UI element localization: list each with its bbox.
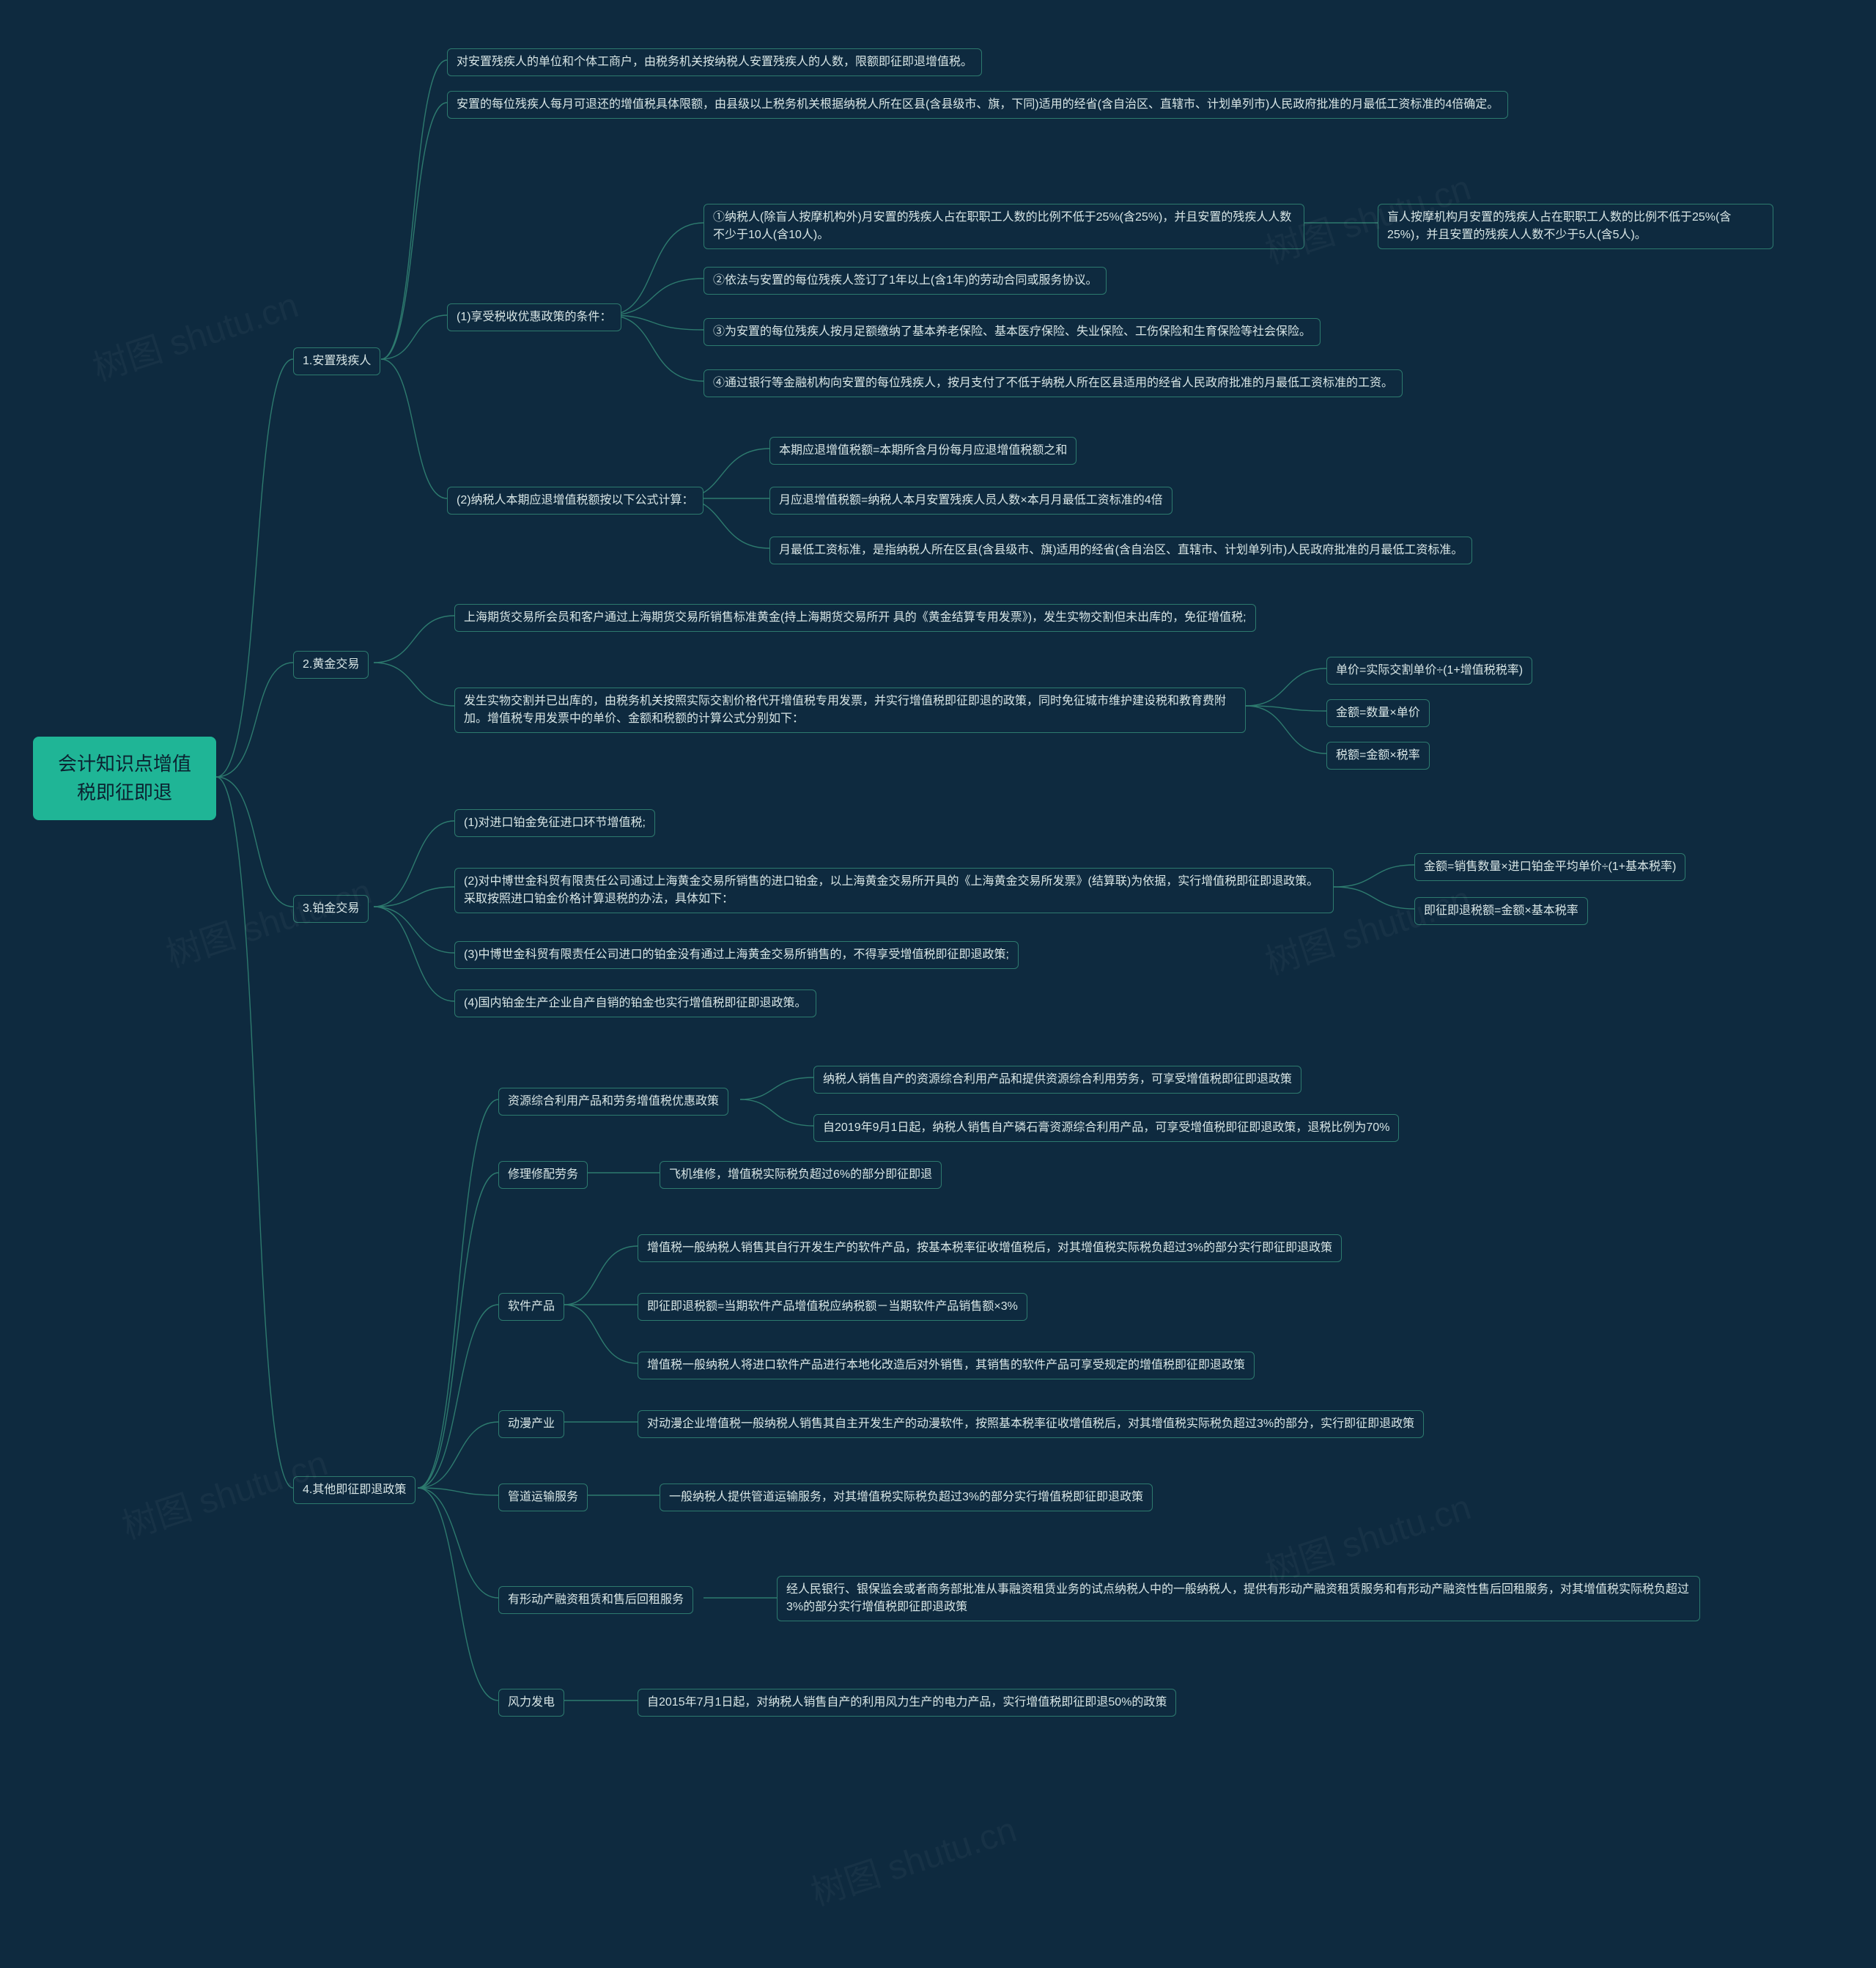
node-4-2-1[interactable]: 飞机维修，增值税实际税负超过6%的部分即征即退 (660, 1161, 942, 1189)
node-4-7-1[interactable]: 自2015年7月1日起，对纳税人销售自产的利用风力生产的电力产品，实行增值税即征… (638, 1689, 1176, 1717)
node-2-2-2[interactable]: 金额=数量×单价 (1326, 699, 1430, 727)
node-1-1[interactable]: 对安置残疾人的单位和个体工商户，由税务机关按纳税人安置残疾人的人数，限额即征即退… (447, 48, 982, 76)
node-4-3-1[interactable]: 增值税一般纳税人销售其自行开发生产的软件产品，按基本税率征收增值税后，对其增值税… (638, 1234, 1342, 1262)
node-3-2[interactable]: (2)对中博世金科贸有限责任公司通过上海黄金交易所销售的进口铂金，以上海黄金交易… (454, 868, 1334, 913)
node-4-1[interactable]: 资源综合利用产品和劳务增值税优惠政策 (498, 1088, 728, 1116)
node-1-4[interactable]: (2)纳税人本期应退增值税额按以下公式计算： (447, 487, 704, 515)
node-1-4-3[interactable]: 月最低工资标准，是指纳税人所在区县(含县级市、旗)适用的经省(含自治区、直辖市、… (769, 537, 1472, 564)
node-1-4-1[interactable]: 本期应退增值税额=本期所含月份每月应退增值税额之和 (769, 437, 1077, 465)
node-4-6[interactable]: 有形动产融资租赁和售后回租服务 (498, 1586, 693, 1614)
node-2-2[interactable]: 发生实物交割并已出库的，由税务机关按照实际交割价格代开增值税专用发票，并实行增值… (454, 688, 1246, 733)
node-4-3-2[interactable]: 即征即退税额=当期软件产品增值税应纳税额－当期软件产品销售额×3% (638, 1293, 1027, 1321)
node-1-4-2[interactable]: 月应退增值税额=纳税人本月安置残疾人员人数×本月月最低工资标准的4倍 (769, 487, 1172, 515)
node-2-2-1[interactable]: 单价=实际交割单价÷(1+增值税税率) (1326, 657, 1532, 685)
node-4-6-1[interactable]: 经人民银行、银保监会或者商务部批准从事融资租赁业务的试点纳税人中的一般纳税人，提… (777, 1576, 1700, 1621)
node-1-3-1[interactable]: ①纳税人(除盲人按摩机构外)月安置的残疾人占在职职工人数的比例不低于25%(含2… (704, 204, 1304, 249)
node-other-policies[interactable]: 4.其他即征即退政策 (293, 1476, 416, 1504)
node-gold-trade[interactable]: 2.黄金交易 (293, 651, 369, 679)
node-4-7[interactable]: 风力发电 (498, 1689, 564, 1717)
node-3-2-2[interactable]: 即征即退税额=金额×基本税率 (1414, 897, 1588, 925)
node-1-3-3[interactable]: ③为安置的每位残疾人按月足额缴纳了基本养老保险、基本医疗保险、失业保险、工伤保险… (704, 318, 1321, 346)
node-3-3[interactable]: (3)中博世金科贸有限责任公司进口的铂金没有通过上海黄金交易所销售的，不得享受增… (454, 941, 1019, 969)
watermark: 树图 shutu.cn (85, 276, 303, 391)
node-1-3[interactable]: (1)享受税收优惠政策的条件： (447, 303, 621, 331)
node-4-3[interactable]: 软件产品 (498, 1293, 564, 1321)
node-disabled-placement[interactable]: 1.安置残疾人 (293, 347, 380, 375)
node-2-2-3[interactable]: 税额=金额×税率 (1326, 742, 1430, 770)
node-2-1[interactable]: 上海期货交易所会员和客户通过上海期货交易所销售标准黄金(持上海期货交易所开 具的… (454, 604, 1256, 632)
root-node[interactable]: 会计知识点增值税即征即退 (33, 737, 216, 820)
node-3-2-1[interactable]: 金额=销售数量×进口铂金平均单价÷(1+基本税率) (1414, 853, 1685, 881)
node-platinum-trade[interactable]: 3.铂金交易 (293, 895, 369, 923)
node-4-5[interactable]: 管道运输服务 (498, 1484, 588, 1511)
node-1-3-1a[interactable]: 盲人按摩机构月安置的残疾人占在职职工人数的比例不低于25%(含25%)，并且安置… (1378, 204, 1773, 249)
node-3-4[interactable]: (4)国内铂金生产企业自产自销的铂金也实行增值税即征即退政策。 (454, 989, 816, 1017)
node-1-3-2[interactable]: ②依法与安置的每位残疾人签订了1年以上(含1年)的劳动合同或服务协议。 (704, 267, 1107, 295)
node-4-4[interactable]: 动漫产业 (498, 1410, 564, 1438)
node-4-5-1[interactable]: 一般纳税人提供管道运输服务，对其增值税实际税负超过3%的部分实行增值税即征即退政… (660, 1484, 1153, 1511)
node-3-1[interactable]: (1)对进口铂金免征进口环节增值税; (454, 809, 655, 837)
node-4-3-3[interactable]: 增值税一般纳税人将进口软件产品进行本地化改造后对外销售，其销售的软件产品可享受规… (638, 1352, 1255, 1379)
node-1-3-4[interactable]: ④通过银行等金融机构向安置的每位残疾人，按月支付了不低于纳税人所在区县适用的经省… (704, 369, 1403, 397)
node-4-4-1[interactable]: 对动漫企业增值税一般纳税人销售其自主开发生产的动漫软件，按照基本税率征收增值税后… (638, 1410, 1424, 1438)
watermark: 树图 shutu.cn (803, 1801, 1022, 1915)
node-4-1-2[interactable]: 自2019年9月1日起，纳税人销售自产磷石膏资源综合利用产品，可享受增值税即征即… (813, 1114, 1399, 1142)
node-4-2[interactable]: 修理修配劳务 (498, 1161, 588, 1189)
node-4-1-1[interactable]: 纳税人销售自产的资源综合利用产品和提供资源综合利用劳务，可享受增值税即征即退政策 (813, 1066, 1301, 1094)
node-1-2[interactable]: 安置的每位残疾人每月可退还的增值税具体限额，由县级以上税务机关根据纳税人所在区县… (447, 91, 1508, 119)
